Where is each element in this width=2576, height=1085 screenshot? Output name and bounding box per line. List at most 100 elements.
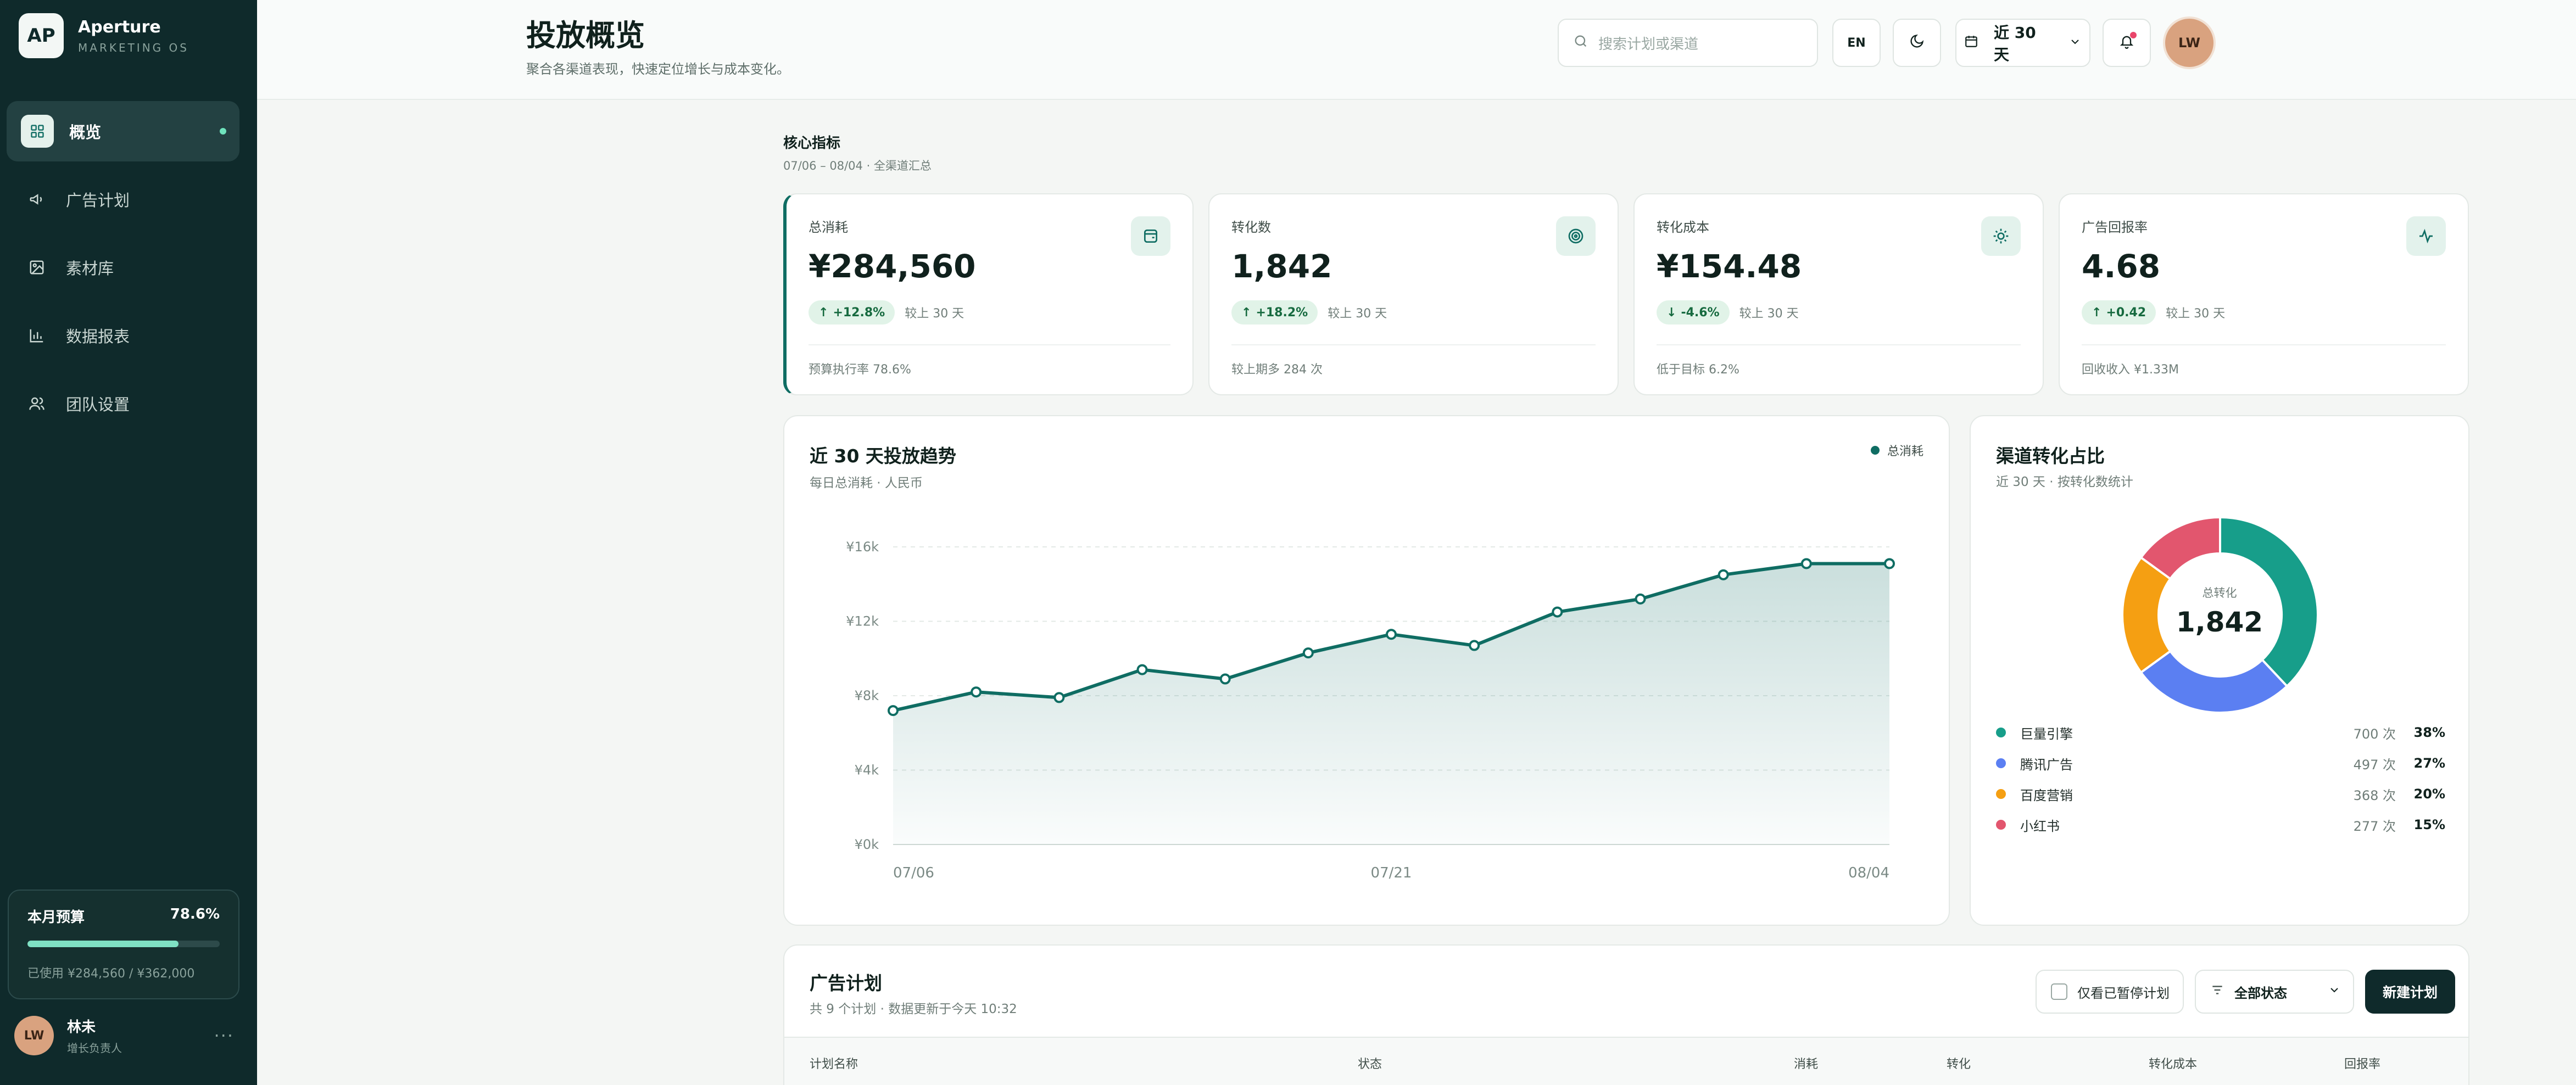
notifications-button[interactable] — [2103, 19, 2151, 67]
data-point — [1136, 664, 1148, 675]
column-header-roas[interactable]: 回报率 — [2344, 1054, 2380, 1072]
kpi-card-roas[interactable]: 广告回报率 4.68 ↑ +0.42 较上 30 天 回收收入 ¥1.33M — [2059, 193, 2469, 395]
channel-count: 277 次 — [2353, 818, 2396, 834]
kpi-card-spend[interactable]: 总消耗 ¥284,560 ↑ +12.8% 较上 30 天 预算执行率 78.6% — [783, 193, 1194, 395]
checkbox-label: 仅看已暂停计划 — [2077, 985, 2170, 1001]
data-point — [1718, 569, 1729, 580]
delta-badge: ↓ -4.6% — [1657, 300, 1730, 325]
budget-percent: 78.6% — [170, 906, 220, 922]
y-tick-label: ¥0k — [855, 837, 879, 852]
divider — [2082, 344, 2446, 345]
card-title: 广告计划 — [810, 972, 882, 994]
column-header-cpa[interactable]: 转化成本 — [2149, 1054, 2197, 1072]
notification-badge — [2130, 32, 2137, 38]
section-title: 核心指标 — [783, 135, 841, 152]
column-header-spend[interactable]: 消耗 — [1794, 1054, 1818, 1072]
bar-chart-icon — [27, 326, 46, 345]
x-tick-label: 07/06 — [893, 865, 934, 881]
arrow-down-icon: ↓ — [1666, 305, 1677, 320]
kpi-card-cpa[interactable]: 转化成本 ¥154.48 ↓ -4.6% 较上 30 天 低于目标 6.2% — [1633, 193, 2044, 395]
divider — [1231, 344, 1596, 345]
sidebar-item-overview[interactable]: 概览 — [7, 101, 239, 161]
delta-value: +18.2% — [1256, 305, 1308, 320]
budget-card: 本月预算 78.6% 已使用 ¥284,560 / ¥362,000 — [8, 890, 239, 999]
sidebar-item-label: 团队设置 — [66, 395, 130, 414]
kpi-value: ¥284,560 — [809, 248, 976, 285]
channel-swatch — [1996, 789, 2006, 799]
data-point — [971, 686, 982, 698]
channel-row[interactable]: 百度营销 368 次 20% — [1996, 779, 2445, 809]
status-filter-select[interactable]: 全部状态 — [2195, 970, 2354, 1014]
data-point — [1800, 558, 1812, 569]
sidebar-item-assets[interactable]: 素材库 — [7, 237, 239, 298]
more-options-icon[interactable]: ··· — [214, 1025, 234, 1046]
arrow-up-icon: ↑ — [818, 305, 829, 320]
donut-chart — [2121, 516, 2319, 714]
column-header-conversions[interactable]: 转化 — [1947, 1054, 1971, 1072]
channel-percent: 27% — [2413, 756, 2445, 771]
sidebar-nav: 概览 广告计划 素材库 数据报表 团队设置 — [7, 101, 239, 441]
search-placeholder: 搜索计划或渠道 — [1598, 36, 1699, 53]
checkbox[interactable] — [2051, 983, 2067, 1000]
delta-value: -4.6% — [1681, 305, 1720, 320]
delta-compare: 较上 30 天 — [1739, 307, 1799, 321]
divider — [1657, 344, 2021, 345]
donut-center-label: 总转化 — [2202, 586, 2237, 600]
channel-swatch — [1996, 728, 2006, 737]
channel-count: 368 次 — [2353, 787, 2396, 803]
channel-share-card: 渠道转化占比 近 30 天 · 按转化数统计 总转化 1,842 巨量引擎 70… — [1970, 415, 2469, 926]
moon-icon — [1909, 33, 1925, 52]
date-range-select[interactable]: 近 30 天 — [1955, 19, 2090, 67]
channel-percent: 38% — [2413, 725, 2445, 740]
x-tick-label: 08/04 — [1848, 865, 1889, 881]
calendar-icon — [1964, 34, 1978, 52]
user-role: 增长负责人 — [67, 1042, 122, 1055]
kpi-footer: 回收收入 ¥1.33M — [2082, 363, 2179, 377]
y-tick-label: ¥12k — [846, 614, 879, 629]
megaphone-icon — [27, 190, 46, 209]
card-subtitle: 共 9 个计划 · 数据更新于今天 10:32 — [810, 1002, 1017, 1016]
data-point — [1884, 558, 1895, 569]
filter-icon — [2210, 983, 2224, 1000]
sidebar-item-campaigns[interactable]: 广告计划 — [7, 169, 239, 230]
chevron-down-icon — [2328, 983, 2341, 1000]
channel-row[interactable]: 腾讯广告 497 次 27% — [1996, 748, 2445, 779]
language-button[interactable]: EN — [1832, 19, 1881, 67]
brand[interactable]: AP Aperture MARKETING OS — [19, 13, 189, 58]
brand-subtitle: MARKETING OS — [78, 41, 189, 54]
y-tick-label: ¥4k — [855, 763, 879, 778]
brand-logo: AP — [19, 13, 64, 58]
theme-toggle-button[interactable] — [1893, 19, 1941, 67]
paused-only-checkbox[interactable]: 仅看已暂停计划 — [2036, 970, 2184, 1014]
kpi-footer: 较上期多 284 次 — [1231, 363, 1323, 377]
channel-percent: 15% — [2413, 817, 2445, 832]
column-header-name[interactable]: 计划名称 — [810, 1054, 858, 1072]
delta-compare: 较上 30 天 — [905, 307, 964, 321]
new-campaign-button[interactable]: 新建计划 — [2365, 970, 2455, 1014]
channel-percent: 20% — [2413, 786, 2445, 802]
kpi-label: 总消耗 — [809, 220, 848, 235]
search-input[interactable]: 搜索计划或渠道 — [1558, 19, 1818, 67]
channel-row[interactable]: 巨量引擎 700 次 38% — [1996, 717, 2445, 748]
kpi-label: 广告回报率 — [2082, 220, 2148, 235]
chevron-down-icon — [2068, 34, 2082, 52]
column-header-status[interactable]: 状态 — [1358, 1054, 1382, 1072]
kpi-value: 4.68 — [2082, 248, 2161, 285]
sidebar-item-reports[interactable]: 数据报表 — [7, 305, 239, 366]
channel-row[interactable]: 小红书 277 次 15% — [1996, 809, 2445, 840]
search-icon — [1573, 33, 1588, 53]
sidebar-item-team[interactable]: 团队设置 — [7, 373, 239, 434]
channel-swatch — [1996, 820, 2006, 830]
sidebar-item-label: 素材库 — [66, 259, 114, 278]
page-title: 投放概览 — [526, 18, 645, 53]
channel-name: 巨量引擎 — [2020, 726, 2073, 742]
avatar[interactable]: LW — [2163, 16, 2216, 69]
user-profile[interactable]: LW 林未 增长负责人 ··· — [14, 1016, 234, 1055]
brand-name: Aperture — [78, 17, 161, 37]
trend-chart-card: 近 30 天投放趋势 每日总消耗 · 人民币 总消耗 ¥16k ¥12k ¥8k ¥4… — [783, 415, 1950, 926]
arrow-up-icon: ↑ — [1241, 305, 1252, 320]
delta-compare: 较上 30 天 — [2166, 307, 2226, 321]
sidebar-item-label: 数据报表 — [66, 327, 130, 346]
kpi-card-conversions[interactable]: 转化数 1,842 ↑ +18.2% 较上 30 天 较上期多 284 次 — [1208, 193, 1619, 395]
channel-count: 497 次 — [2353, 757, 2396, 773]
